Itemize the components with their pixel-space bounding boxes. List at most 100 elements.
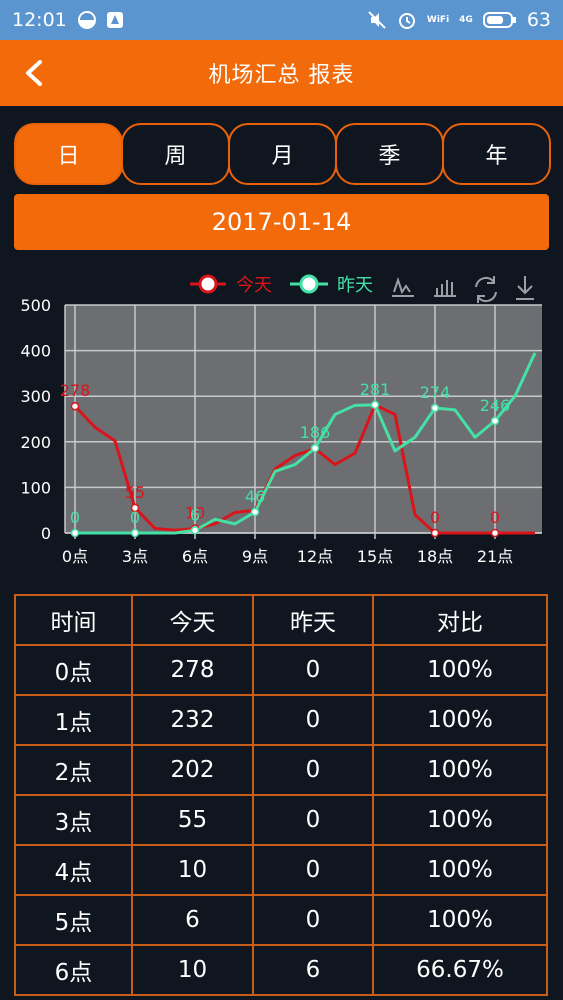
data-point (430, 528, 440, 538)
cell-today: 10 (131, 844, 254, 896)
back-arrow-icon[interactable] (20, 56, 50, 90)
cell-time: 4点 (14, 844, 133, 896)
data-table: 时间 今天 昨天 对比 0点 278 0 100% 1点 232 0 100% 2点 202 0 10… (14, 594, 548, 996)
table-row: 1点 232 0 100% (14, 694, 548, 746)
data-label: 274 (420, 383, 451, 402)
period-tabs: 日 周 月 季 年 (14, 123, 551, 185)
tab-quarter[interactable]: 季 (335, 123, 444, 185)
cell-today: 232 (131, 694, 254, 746)
col-yesterday-header: 昨天 (252, 594, 374, 646)
cell-time: 6点 (14, 944, 133, 996)
y-tick-label: 0 (41, 524, 51, 543)
data-label: 246 (480, 396, 511, 415)
legend-today: 今天 (236, 275, 272, 296)
download-icon[interactable] (516, 276, 534, 300)
date-label: 2017-01-14 (211, 208, 352, 236)
cell-compare: 100% (372, 844, 548, 896)
tab-week[interactable]: 周 (121, 123, 230, 185)
data-point (190, 526, 200, 535)
cell-yesterday: 0 (252, 894, 374, 946)
app-bar: 机场汇总 报表 (0, 40, 563, 106)
cell-time: 3点 (14, 794, 133, 846)
cell-yesterday: 0 (252, 694, 374, 746)
legend-yesterday: 昨天 (337, 275, 373, 296)
data-label: 46 (245, 487, 265, 506)
data-label: 281 (360, 380, 391, 399)
data-label: 0 (430, 508, 440, 527)
cell-yesterday: 0 (252, 644, 374, 696)
cell-time: 2点 (14, 744, 133, 796)
data-label: 55 (125, 483, 145, 502)
y-tick-label: 100 (20, 478, 51, 497)
data-label: 278 (60, 381, 91, 400)
bar-type-icon[interactable] (434, 280, 456, 297)
cell-compare: 100% (372, 694, 548, 746)
line-type-icon[interactable] (392, 276, 414, 297)
x-tick-label: 6点 (182, 547, 208, 566)
tab-day[interactable]: 日 (14, 123, 123, 185)
table-row: 5点 6 0 100% (14, 894, 548, 946)
x-tick-label: 21点 (477, 547, 513, 566)
table-row: 0点 278 0 100% (14, 644, 548, 696)
alarm-icon (398, 13, 415, 29)
traffic-line-chart: 今天 昨天 0 100 200 300 400 500 0点 3点 6点 9点 12点 15点 18点 2… (20, 274, 542, 566)
cell-yesterday: 0 (252, 794, 374, 846)
y-tick-label: 500 (20, 296, 51, 315)
cell-yesterday: 0 (252, 744, 374, 796)
data-label: 6 (190, 505, 200, 524)
status-bar: 12:01 WiFi 4G 63 (0, 0, 563, 40)
cell-today: 6 (131, 894, 254, 946)
x-tick-label: 18点 (417, 547, 453, 566)
cell-time: 0点 (14, 644, 133, 696)
status-time: 12:01 (12, 9, 67, 31)
y-tick-label: 200 (20, 433, 51, 452)
cell-today: 278 (131, 644, 254, 696)
col-today-header: 今天 (131, 594, 254, 646)
app-notification-icon (106, 12, 123, 28)
data-point (490, 528, 500, 538)
table-row: 2点 202 0 100% (14, 744, 548, 796)
col-compare-header: 对比 (372, 594, 548, 646)
x-tick-label: 0点 (62, 547, 88, 566)
page-title: 机场汇总 报表 (208, 63, 355, 88)
data-point (70, 401, 80, 411)
cell-yesterday: 0 (252, 844, 374, 896)
col-time-header: 时间 (14, 594, 133, 646)
network-type: 4G (459, 15, 473, 25)
y-tick-label: 400 (20, 342, 51, 361)
table-row: 6点 10 6 66.67% (14, 944, 548, 996)
data-point (490, 416, 500, 426)
date-selector[interactable]: 2017-01-14 (14, 194, 549, 250)
table-header-row: 时间 今天 昨天 对比 (14, 594, 548, 646)
table-row: 4点 10 0 100% (14, 844, 548, 896)
legend-yesterday-marker (299, 274, 319, 294)
tab-year[interactable]: 年 (442, 123, 551, 185)
data-point (370, 400, 380, 410)
cell-compare: 66.67% (372, 944, 548, 996)
y-tick-label: 300 (20, 387, 51, 406)
x-tick-label: 9点 (242, 547, 268, 566)
data-label: 186 (300, 423, 331, 442)
mute-icon (368, 11, 386, 29)
cell-time: 1点 (14, 694, 133, 746)
cell-compare: 100% (372, 644, 548, 696)
x-tick-label: 15点 (357, 547, 393, 566)
cell-yesterday: 6 (252, 944, 374, 996)
data-point (430, 403, 440, 413)
data-label: 0 (130, 508, 140, 527)
table-row: 3点 55 0 100% (14, 794, 548, 846)
cell-today: 202 (131, 744, 254, 796)
x-tick-label: 12点 (297, 547, 333, 566)
tab-month[interactable]: 月 (228, 123, 337, 185)
refresh-icon[interactable] (475, 276, 497, 303)
chart-legend[interactable]: 今天 昨天 (190, 274, 373, 296)
data-point (70, 528, 80, 538)
battery-icon (482, 12, 516, 28)
cell-today: 10 (131, 944, 254, 996)
half-circle-icon (77, 11, 96, 29)
cell-time: 5点 (14, 894, 133, 946)
data-point (130, 528, 140, 538)
cell-compare: 100% (372, 794, 548, 846)
wifi-icon: WiFi (426, 15, 450, 25)
data-label: 0 (490, 508, 500, 527)
